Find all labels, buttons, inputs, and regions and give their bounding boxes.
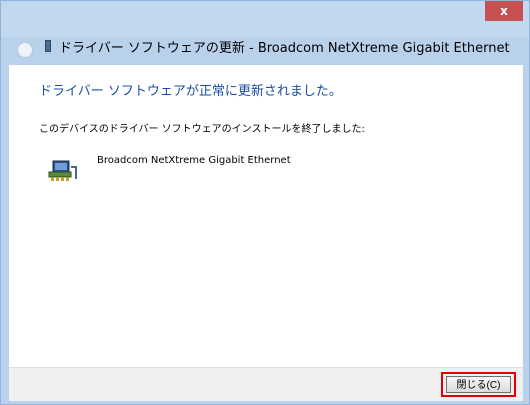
network-adapter-icon [48,160,77,181]
close-icon: x [500,4,508,18]
wizard-header: ドライバー ソフトウェアの更新 - Broadcom NetXtreme Gig… [9,33,521,61]
device-name: Broadcom NetXtreme Gigabit Ethernet [97,155,291,166]
content-panel: ドライバー ソフトウェアが正常に更新されました。 このデバイスのドライバー ソフ… [9,65,523,367]
install-complete-message: このデバイスのドライバー ソフトウェアのインストールを終了しました: [39,124,365,135]
wizard-title: ドライバー ソフトウェアの更新 - Broadcom NetXtreme Gig… [59,41,510,56]
title-bar[interactable]: x [1,1,529,37]
wizard-window: x ドライバー ソフトウェアの更新 - Broadcom NetXtreme G… [0,0,530,405]
window-close-button[interactable]: x [485,1,523,21]
close-button[interactable]: 閉じる(C) [446,376,511,393]
device-small-icon [45,40,51,52]
success-headline: ドライバー ソフトウェアが正常に更新されました。 [39,84,342,99]
